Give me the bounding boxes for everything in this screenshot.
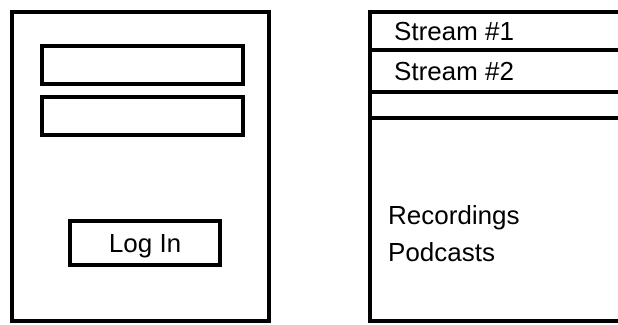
media-menu: Recordings Podcasts	[388, 197, 520, 271]
login-button-label: Log In	[108, 227, 182, 258]
menu-item-recordings[interactable]: Recordings	[388, 197, 520, 234]
stream-item-3[interactable]	[372, 94, 618, 120]
stream-screen-frame: Stream #1 Stream #2 Recordings Podcasts	[368, 10, 618, 323]
stream-item-label: Stream #1	[394, 16, 514, 46]
login-screen-frame: Log In	[10, 10, 271, 323]
stream-item-1[interactable]: Stream #1	[372, 14, 618, 52]
stream-item-2[interactable]: Stream #2	[372, 52, 618, 94]
login-button[interactable]: Log In	[68, 219, 222, 267]
password-field[interactable]	[40, 95, 245, 137]
stream-item-label: Stream #2	[394, 56, 514, 86]
username-field[interactable]	[40, 44, 245, 86]
menu-item-podcasts[interactable]: Podcasts	[388, 234, 520, 271]
